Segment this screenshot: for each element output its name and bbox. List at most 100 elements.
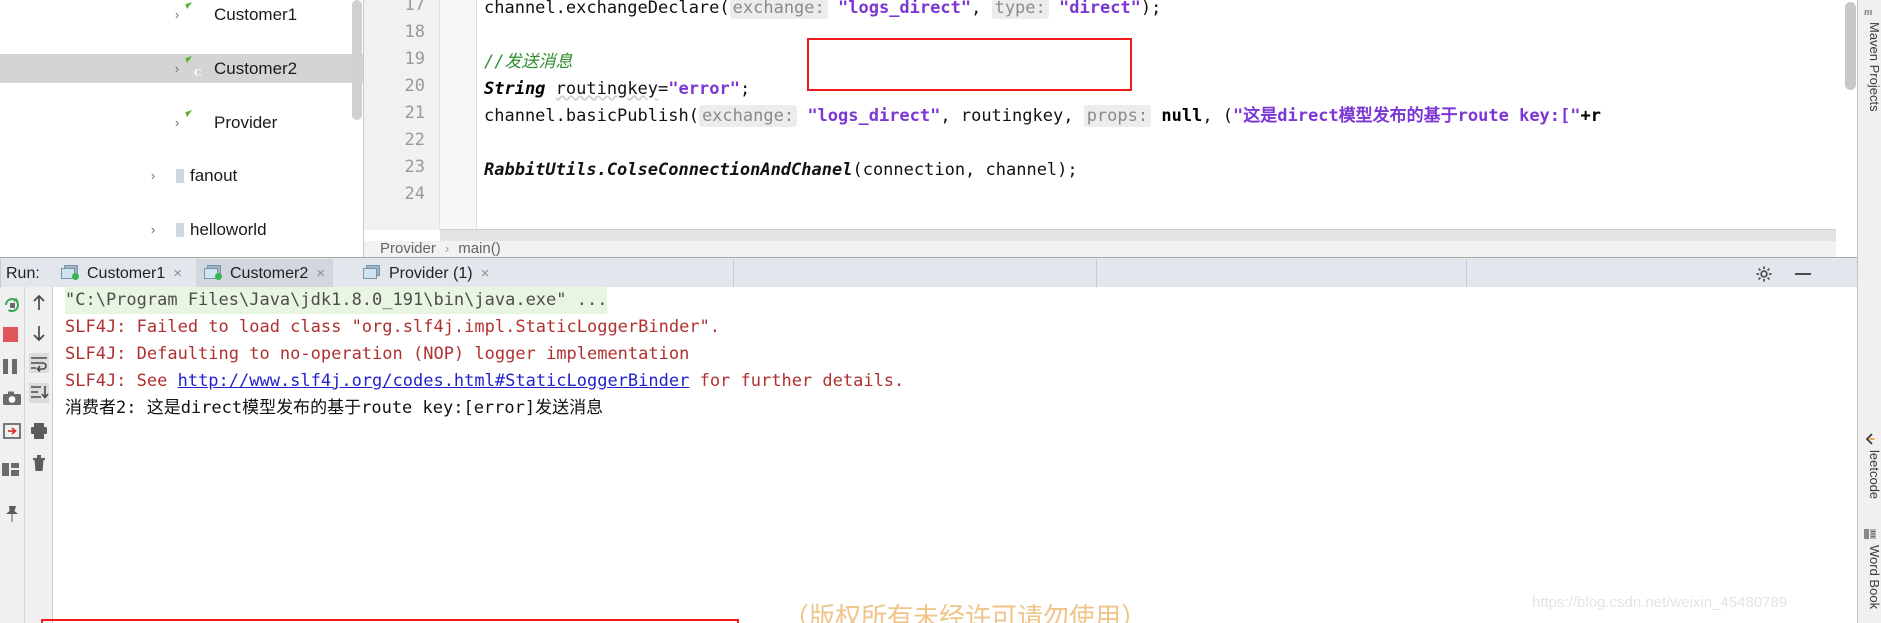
scroll-down-icon[interactable] [29, 323, 49, 343]
pause-icon[interactable] [3, 359, 18, 374]
export-icon[interactable] [2, 421, 22, 441]
run-tool-window: Run: Customer1 × Customer2 × Provider (1) × [0, 257, 1857, 623]
breadcrumb-method[interactable]: main() [458, 241, 501, 257]
tree-item-label: fanout [190, 166, 238, 185]
run-tab-label: Customer1 [87, 265, 166, 282]
tab-separator [733, 259, 734, 288]
code-fold-strip[interactable] [440, 0, 476, 230]
param-hint-type: type: [991, 0, 1049, 19]
tree-item-customer1[interactable]: › Customer1 [0, 0, 363, 29]
java-class-icon [190, 60, 209, 78]
code-editor[interactable]: 17 18 19 20 21 22 23 24 channel.exchange… [364, 0, 1836, 257]
chevron-right-icon[interactable]: › [170, 0, 184, 29]
tool-tab-maven[interactable]: Maven Projects [1858, 22, 1881, 112]
copyright-watermark: （版权所有未经许可请勿使用） [782, 602, 1147, 623]
url-watermark: https://blog.csdn.net/weixin_45480789 [1532, 594, 1788, 611]
tree-item-fanout[interactable]: › fanout [0, 161, 363, 190]
run-tab-customer1[interactable]: Customer1 × [53, 259, 190, 288]
soft-wrap-icon[interactable] [29, 353, 49, 373]
console-output[interactable]: "C:\Program Files\Java\jdk1.8.0_191\bin\… [53, 287, 1857, 623]
chevron-right-icon[interactable]: › [170, 54, 184, 83]
run-tab-bar[interactable]: Run: Customer1 × Customer2 × Provider (1) × [0, 258, 1857, 288]
run-toolbar-secondary[interactable] [25, 287, 52, 623]
tree-item-label: Provider [214, 113, 278, 132]
code-line-17[interactable]: channel.exchangeDeclare(exchange: "logs_… [484, 0, 1161, 22]
camera-icon[interactable] [2, 389, 22, 409]
tree-scrollbar[interactable] [352, 0, 362, 120]
code-annotation-box [807, 38, 1132, 91]
minimize-icon[interactable] [1795, 273, 1811, 275]
code-line-21[interactable]: channel.basicPublish(exchange: "logs_dir… [484, 103, 1601, 130]
close-icon[interactable]: × [316, 265, 325, 282]
code-line-19[interactable]: //发送消息 [484, 49, 572, 76]
string-literal: "direct" [1059, 0, 1141, 18]
line-number: 22 [404, 130, 425, 150]
gear-icon[interactable] [1755, 265, 1773, 283]
tab-separator [1466, 259, 1467, 288]
ide-window: › Customer1 › Customer2 › Provider › fan… [0, 0, 1881, 623]
console-line-error-link[interactable]: SLF4J: See http://www.slf4j.org/codes.ht… [65, 368, 904, 395]
rerun-icon[interactable] [2, 295, 22, 315]
trash-icon[interactable] [29, 453, 49, 473]
close-icon[interactable]: × [173, 265, 182, 282]
console-line-output: 消费者2: 这是direct模型发布的基于route key:[error]发送… [65, 398, 604, 418]
type-keyword: String [484, 79, 546, 99]
pin-icon[interactable] [2, 504, 22, 524]
tree-item-label: helloworld [190, 220, 267, 239]
breadcrumb-class[interactable]: Provider [380, 241, 436, 257]
run-toolbar-primary[interactable] [0, 287, 24, 623]
tree-item-provider[interactable]: › Provider [0, 108, 363, 137]
editor-vertical-scrollbar[interactable] [1845, 2, 1856, 90]
chevron-right-icon[interactable]: › [146, 215, 160, 244]
run-tab-provider[interactable]: Provider (1) × [355, 259, 497, 288]
line-number: 17 [404, 0, 425, 15]
console-text: for further details. [689, 371, 905, 391]
tree-item-label: Customer2 [214, 59, 298, 78]
slf4j-link[interactable]: http://www.slf4j.org/codes.html#StaticLo… [178, 371, 690, 391]
tab-separator [1096, 259, 1097, 288]
code-text: channel.basicPublish( [484, 106, 699, 126]
folder-icon [166, 221, 185, 239]
scroll-to-end-icon[interactable] [29, 383, 49, 403]
close-icon[interactable]: × [481, 265, 490, 282]
breadcrumb[interactable]: Provider › main() [364, 241, 1836, 257]
tool-tab-wordbook[interactable]: Word Book [1858, 545, 1881, 609]
code-line-20[interactable]: String routingkey="error"; [484, 76, 750, 103]
print-icon[interactable] [29, 421, 49, 441]
run-tab-label: Customer2 [230, 265, 309, 282]
layout-icon[interactable] [2, 463, 19, 476]
string-literal: "logs_direct" [838, 0, 972, 18]
run-tab-customer2[interactable]: Customer2 × [196, 259, 334, 288]
right-tool-strip[interactable]: m Maven Projects leetcode Word Book [1857, 0, 1881, 623]
tree-item-label: Customer1 [214, 5, 298, 24]
wordbook-icon [1864, 529, 1876, 539]
code-text: ); [1140, 0, 1162, 18]
line-number: 21 [404, 103, 425, 123]
code-text: , ( [1202, 106, 1234, 126]
line-number: 18 [404, 22, 425, 42]
console-line-error: SLF4J: Failed to load class "org.slf4j.i… [65, 317, 721, 337]
tree-item-customer2[interactable]: › Customer2 [0, 54, 363, 83]
fold-strip-edge [476, 0, 477, 230]
line-number: 23 [404, 157, 425, 177]
chevron-right-icon[interactable]: › [146, 161, 160, 190]
string-literal: "这是direct模型发布的基于route key:[" [1233, 106, 1581, 126]
param-hint-props: props: [1083, 105, 1152, 127]
tab-separator [0, 259, 1, 288]
tool-tab-leetcode[interactable]: leetcode [1858, 450, 1881, 499]
chevron-right-icon[interactable]: › [170, 108, 184, 137]
console-line-command: "C:\Program Files\Java\jdk1.8.0_191\bin\… [65, 287, 608, 314]
stop-icon[interactable] [3, 327, 18, 342]
code-text: channel.exchangeDeclare( [484, 0, 730, 18]
code-line-23[interactable]: RabbitUtils.ColseConnectionAndChanel(con… [484, 157, 1078, 184]
scroll-up-icon[interactable] [29, 293, 49, 313]
console-line-error: SLF4J: Defaulting to no-operation (NOP) … [65, 344, 690, 364]
java-class-icon [190, 6, 209, 24]
maven-icon: m [1864, 6, 1873, 18]
editor-hscrollbar[interactable] [440, 230, 1836, 241]
project-tree-panel[interactable]: › Customer1 › Customer2 › Provider › fan… [0, 0, 363, 257]
tree-item-helloworld[interactable]: › helloworld [0, 215, 363, 244]
line-number: 24 [404, 184, 425, 204]
param-hint-exchange: exchange: [729, 0, 828, 19]
variable-name: routingkey [555, 79, 659, 99]
